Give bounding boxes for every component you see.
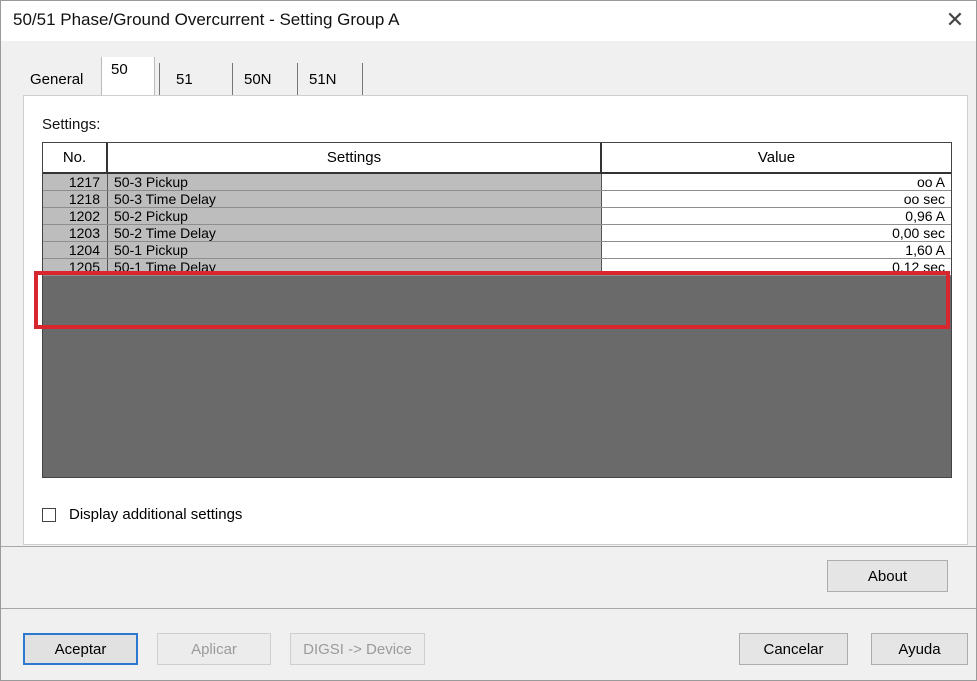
tab-strip: General 50 51 50N 51N	[23, 57, 423, 95]
divider	[1, 608, 976, 609]
table-row[interactable]: 1205 50-1 Time Delay 0,12 sec	[43, 259, 951, 276]
row-value[interactable]: oo A	[602, 174, 951, 190]
row-value[interactable]: 0,96 A	[602, 208, 951, 224]
about-button[interactable]: About	[827, 560, 948, 592]
table-row[interactable]: 1217 50-3 Pickup oo A	[43, 174, 951, 191]
title-bar: 50/51 Phase/Ground Overcurrent - Setting…	[1, 1, 976, 41]
row-number: 1204	[43, 242, 108, 258]
table-row[interactable]: 1202 50-2 Pickup 0,96 A	[43, 208, 951, 225]
row-setting: 50-2 Time Delay	[108, 225, 602, 241]
row-value[interactable]: 0,12 sec	[602, 259, 951, 275]
row-value[interactable]: 1,60 A	[602, 242, 951, 258]
accept-button[interactable]: Aceptar	[23, 633, 138, 665]
row-value[interactable]: oo sec	[602, 191, 951, 207]
apply-button[interactable]: Aplicar	[157, 633, 271, 665]
additional-settings-checkbox-row: Display additional settings	[42, 506, 242, 523]
row-setting: 50-3 Time Delay	[108, 191, 602, 207]
row-setting: 50-1 Pickup	[108, 242, 602, 258]
grid-rows: 1217 50-3 Pickup oo A 1218 50-3 Time Del…	[43, 174, 951, 276]
display-additional-settings-label: Display additional settings	[69, 506, 243, 523]
row-setting: 50-1 Time Delay	[108, 259, 602, 275]
settings-grid: No. Settings Value 1217 50-3 Pickup oo A…	[42, 142, 952, 478]
grid-header: No. Settings Value	[43, 143, 951, 174]
divider	[1, 546, 976, 547]
settings-label: Settings:	[42, 116, 101, 133]
column-header-no[interactable]: No.	[43, 143, 108, 172]
row-number: 1202	[43, 208, 108, 224]
row-setting: 50-3 Pickup	[108, 174, 602, 190]
row-value[interactable]: 0,00 sec	[602, 225, 951, 241]
tab-51[interactable]: 51	[159, 63, 219, 95]
table-row[interactable]: 1218 50-3 Time Delay oo sec	[43, 191, 951, 208]
row-number: 1217	[43, 174, 108, 190]
cancel-button[interactable]: Cancelar	[739, 633, 848, 665]
tab-50[interactable]: 50	[101, 57, 155, 95]
tab-51n[interactable]: 51N	[297, 63, 363, 95]
row-setting: 50-2 Pickup	[108, 208, 602, 224]
tab-50n[interactable]: 50N	[232, 63, 295, 95]
dialog-window: 50/51 Phase/Ground Overcurrent - Setting…	[0, 0, 977, 681]
close-icon[interactable]: ✕	[942, 7, 968, 33]
help-button[interactable]: Ayuda	[871, 633, 968, 665]
window-title: 50/51 Phase/Ground Overcurrent - Setting…	[13, 10, 400, 29]
tab-general[interactable]: General	[30, 63, 83, 95]
column-header-value[interactable]: Value	[602, 143, 951, 172]
table-row[interactable]: 1204 50-1 Pickup 1,60 A	[43, 242, 951, 259]
row-number: 1218	[43, 191, 108, 207]
display-additional-settings-checkbox[interactable]	[42, 507, 56, 522]
digsi-device-button[interactable]: DIGSI -> Device	[290, 633, 425, 665]
column-header-settings[interactable]: Settings	[108, 143, 602, 172]
row-number: 1205	[43, 259, 108, 275]
row-number: 1203	[43, 225, 108, 241]
table-row[interactable]: 1203 50-2 Time Delay 0,00 sec	[43, 225, 951, 242]
